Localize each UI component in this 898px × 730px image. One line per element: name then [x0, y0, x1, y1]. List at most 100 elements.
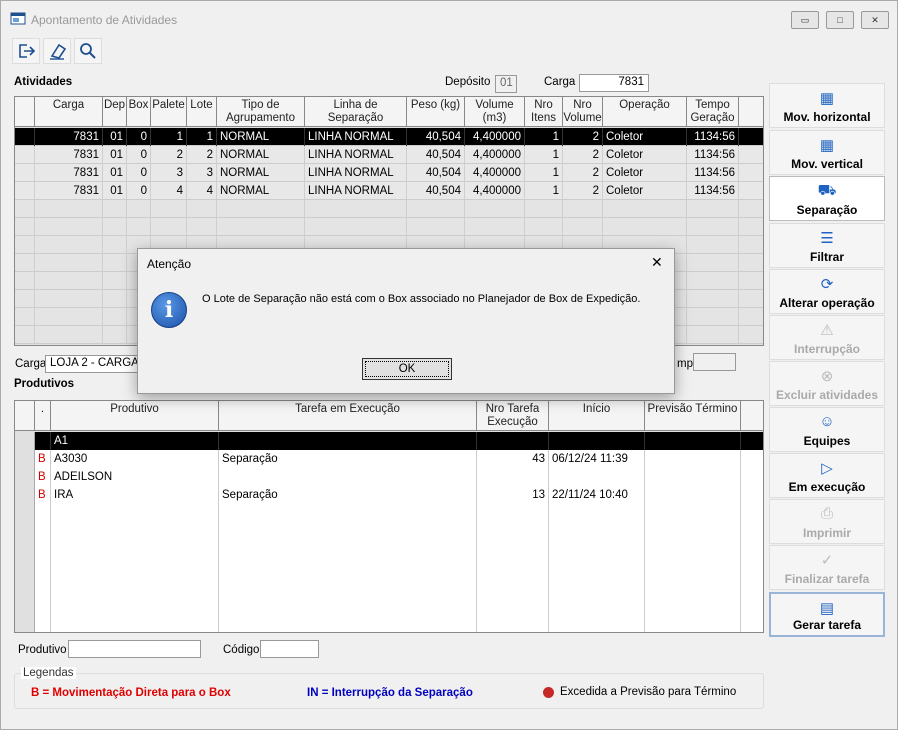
table-cell [15, 218, 35, 236]
table-cell [15, 200, 35, 218]
table-cell [151, 200, 187, 218]
table-row[interactable] [15, 218, 763, 236]
close-button[interactable]: ✕ [861, 11, 889, 29]
equipes-button[interactable]: ☺ Equipes [769, 407, 885, 452]
produtivos-label: Produtivos [14, 378, 75, 390]
column-header[interactable]: Carga [35, 97, 103, 127]
mov-vertical-button[interactable]: ▦ Mov. vertical [769, 130, 885, 175]
table-cell: 1134:56 [687, 128, 739, 146]
table-body: A1 B A3030 Separação 43 06/12/24 11:39 B ADEILS… [15, 432, 763, 632]
table-cell: LINHA NORMAL [305, 146, 407, 164]
column-header[interactable]: Lote [187, 97, 217, 127]
separa-o-button[interactable]: ⛟ Separação [769, 176, 885, 221]
table-row[interactable] [15, 200, 763, 218]
table-row[interactable]: B ADEILSON [15, 468, 763, 486]
gerar-tarefa-button[interactable]: ▤ Gerar tarefa [769, 592, 885, 637]
sidebar: ▦ Mov. horizontal ▦ Mov. vertical ⛟ Separação… [769, 83, 885, 639]
table-cell: 1134:56 [687, 164, 739, 182]
em-execu-o-button[interactable]: ▷ Em execução [769, 453, 885, 498]
table-cell [15, 290, 35, 308]
table-row[interactable]: B A3030 Separação 43 06/12/24 11:39 [15, 450, 763, 468]
atividades-label: Atividades [14, 76, 73, 88]
deposito-field[interactable]: 01 [495, 75, 517, 93]
table-row[interactable]: 7831 01 0 4 4 NORMAL LINHA NORMAL 40,504 4,40000… [15, 182, 763, 200]
table-row[interactable]: B IRA Separação 13 22/11/24 10:40 [15, 486, 763, 504]
produtivo-filter-label: Produtivo [18, 644, 67, 656]
table-cell [741, 486, 763, 504]
excluir-atividades-button[interactable]: ⊗ Excluir atividades [769, 361, 885, 406]
column-header[interactable] [15, 97, 35, 127]
column-header[interactable]: Palete [151, 97, 187, 127]
mov-horizontal-button[interactable]: ▦ Mov. horizontal [769, 83, 885, 128]
column-header[interactable]: Nro Tarefa Execução [477, 401, 549, 431]
dialog-title: Atenção [147, 257, 192, 271]
column-header[interactable]: Tempo Geração [687, 97, 739, 127]
table-cell [739, 200, 763, 218]
column-header[interactable]: Tipo de Agrupamento [217, 97, 305, 127]
minimize-button[interactable]: ▭ [791, 11, 819, 29]
table-cell [187, 218, 217, 236]
table-cell [739, 254, 763, 272]
table-cell: 4 [187, 182, 217, 200]
column-header[interactable]: Previsão Término [645, 401, 741, 431]
imprimir-button[interactable]: ⎙ Imprimir [769, 499, 885, 544]
codigo-filter-input[interactable] [260, 640, 319, 658]
table-row[interactable]: 7831 01 0 2 2 NORMAL LINHA NORMAL 40,504 4,40000… [15, 146, 763, 164]
column-header[interactable]: . [35, 401, 51, 431]
table-cell [645, 468, 741, 486]
column-header[interactable]: Início [549, 401, 645, 431]
table-row[interactable]: 7831 01 0 3 3 NORMAL LINHA NORMAL 40,504 4,40000… [15, 164, 763, 182]
column-divider [218, 504, 219, 632]
table-cell [35, 254, 103, 272]
info-icon: i [151, 292, 187, 328]
finalizar-tarefa-button[interactable]: ✓ Finalizar tarefa [769, 545, 885, 590]
table-cell [103, 308, 127, 326]
produtivos-table[interactable]: . Produtivo Tarefa em Execução Nro Tarefa E… [14, 400, 764, 633]
produtivo-filter-input[interactable] [68, 640, 201, 658]
ok-button[interactable]: OK [362, 358, 452, 380]
table-cell [525, 200, 563, 218]
column-header[interactable]: Nro Volume [563, 97, 603, 127]
tempo-field[interactable] [693, 353, 736, 371]
carga-field[interactable]: 7831 [579, 74, 649, 92]
play-icon: ▷ [821, 460, 833, 477]
clear-button[interactable] [43, 38, 71, 64]
table-cell [741, 450, 763, 468]
eraser-icon [50, 43, 67, 60]
sidebar-button-label: Separação [796, 203, 858, 217]
column-header[interactable]: Volume (m3) [465, 97, 525, 127]
search-button[interactable] [74, 38, 102, 64]
table-cell: B [35, 450, 51, 468]
column-header[interactable]: Tarefa em Execução [219, 401, 477, 431]
table-cell: Separação [219, 486, 477, 504]
interrup-o-button[interactable]: ⚠ Interrupção [769, 315, 885, 360]
table-cell: NORMAL [217, 182, 305, 200]
warning-icon: ⚠ [820, 322, 834, 339]
column-header[interactable]: Dep [103, 97, 127, 127]
exit-button[interactable] [12, 38, 40, 64]
table-cell: IRA [51, 486, 219, 504]
column-header[interactable] [741, 401, 763, 431]
column-header[interactable] [15, 401, 35, 431]
dialog-close-icon[interactable]: ✕ [651, 254, 663, 271]
window-title: Apontamento de Atividades [31, 13, 178, 27]
column-header[interactable] [739, 97, 763, 127]
alterar-opera-o-button[interactable]: ⟳ Alterar operação [769, 269, 885, 314]
table-cell [127, 200, 151, 218]
column-header[interactable]: Operação [603, 97, 687, 127]
maximize-button[interactable]: □ [826, 11, 854, 29]
table-row[interactable]: 7831 01 0 1 1 NORMAL LINHA NORMAL 40,504 4,40000… [15, 128, 763, 146]
column-header[interactable]: Linha de Separação [305, 97, 407, 127]
column-header[interactable]: Peso (kg) [407, 97, 465, 127]
filtrar-button[interactable]: ☰ Filtrar [769, 223, 885, 268]
column-header[interactable]: Nro Itens [525, 97, 563, 127]
column-header[interactable]: Box [127, 97, 151, 127]
table-cell [103, 218, 127, 236]
table-cell: Coletor [603, 164, 687, 182]
table-cell: 1134:56 [687, 146, 739, 164]
legend-red-dot [543, 687, 554, 698]
sidebar-button-label: Excluir atividades [775, 388, 879, 402]
column-header[interactable]: Produtivo [51, 401, 219, 431]
table-row[interactable]: A1 [15, 432, 763, 450]
carga-info-field[interactable]: LOJA 2 - CARGA F [45, 355, 145, 373]
